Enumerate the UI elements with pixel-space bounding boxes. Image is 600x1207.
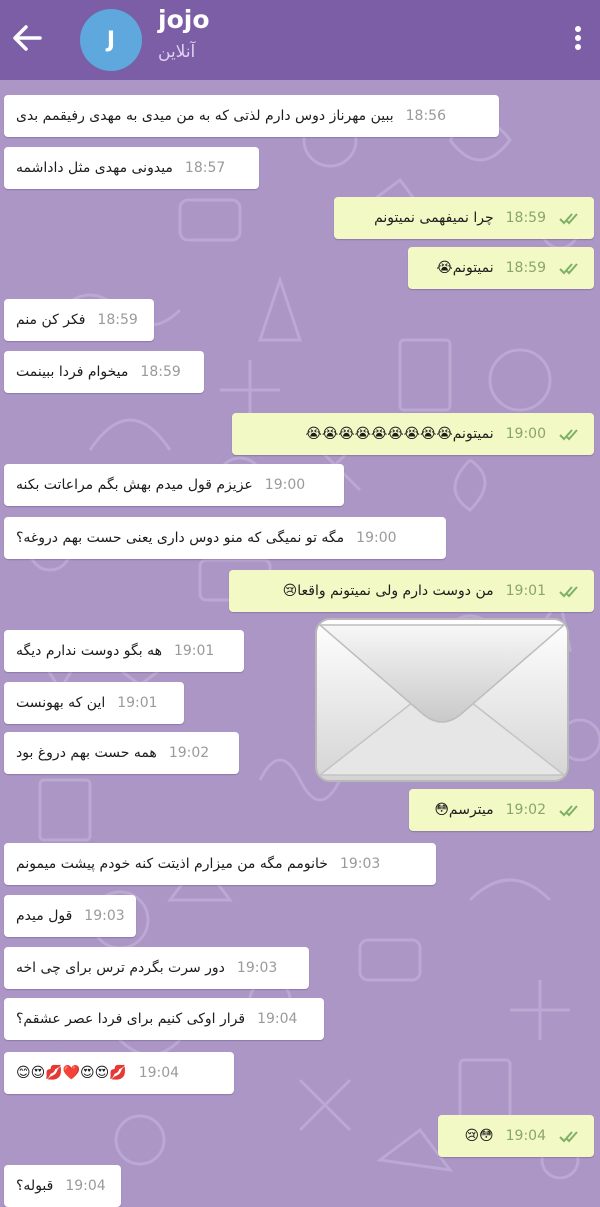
message-text: میدونی مهدی مثل داداشمه [16, 160, 173, 176]
message-text: نمیتونم😭 [436, 260, 494, 276]
double-check-icon [558, 427, 582, 441]
message-time: 19:00 [356, 530, 397, 546]
message-text: 💋😍😍❤️💋😍😊 [16, 1065, 127, 1081]
message-time: 19:02 [505, 802, 546, 818]
incoming-message[interactable]: فکر کن منم 18:59 [4, 299, 154, 341]
message-time: 19:00 [264, 477, 306, 493]
back-button[interactable] [6, 18, 50, 58]
message-time: 19:00 [505, 426, 546, 442]
more-vertical-icon [575, 26, 581, 50]
message-time: 18:57 [184, 160, 226, 176]
message-time: 18:59 [97, 312, 138, 328]
incoming-message[interactable]: مگه تو نمیگی که منو دوس داری یعنی حست به… [4, 517, 446, 559]
incoming-message[interactable]: عزیزم قول میدم بهش بگم مراعاتت بکنه 19:00 [4, 464, 344, 506]
incoming-message[interactable]: این که بهونست 19:01 [4, 682, 184, 724]
message-text: عزیزم قول میدم بهش بگم مراعاتت بکنه [16, 477, 253, 493]
message-text: هه بگو دوست ندارم دیگه [16, 643, 162, 659]
message-time: 19:02 [168, 745, 210, 761]
incoming-message[interactable]: خانومم مگه من میزارم اذیتت کنه خودم پیشت… [4, 843, 436, 885]
incoming-message[interactable]: هه بگو دوست ندارم دیگه 19:01 [4, 630, 244, 672]
double-check-icon [558, 584, 582, 598]
message-text: میخوام فردا ببینمت [16, 364, 129, 380]
message-time: 19:04 [138, 1065, 180, 1081]
message-text: مگه تو نمیگی که منو دوس داری یعنی حست به… [16, 530, 345, 546]
message-text: همه حست بهم دروغ بود [16, 745, 157, 761]
message-time: 19:03 [84, 908, 125, 924]
chat-header: J jojo آنلاین [0, 0, 600, 80]
message-time: 18:59 [505, 260, 546, 276]
message-text: خانومم مگه من میزارم اذیتت کنه خودم پیشت… [16, 856, 328, 872]
double-check-icon [558, 211, 582, 225]
outgoing-message[interactable]: من دوست دارم ولی نمیتونم واقعا😢 19:01 [229, 570, 594, 612]
arrow-left-icon [13, 25, 42, 51]
message-time: 18:56 [405, 108, 446, 124]
message-text: چرا نمیفهمی نمیتونم [374, 210, 494, 226]
message-time: 19:03 [339, 856, 381, 872]
message-text: ببین مهرناز دوس دارم لذتی که به من میدی … [16, 108, 394, 124]
envelope-overlay [312, 615, 572, 785]
double-check-icon [558, 261, 582, 275]
menu-button[interactable] [566, 18, 590, 58]
chat-title[interactable]: jojo [158, 5, 210, 34]
incoming-message[interactable]: میخوام فردا ببینمت 18:59 [4, 351, 204, 393]
outgoing-message[interactable]: 😳😢 19:04 [438, 1115, 594, 1157]
double-check-icon [558, 1129, 582, 1143]
message-text: قرار اوکی کنیم برای فردا عصر عشقم؟ [16, 1011, 246, 1027]
message-time: 19:04 [505, 1128, 546, 1144]
online-status: آنلاین [158, 42, 196, 62]
message-time: 19:01 [505, 583, 546, 599]
incoming-message[interactable]: همه حست بهم دروغ بود 19:02 [4, 732, 239, 774]
message-time: 18:59 [505, 210, 546, 226]
incoming-message[interactable]: قول میدم 19:03 [4, 895, 136, 937]
message-text: 😳😢 [464, 1128, 494, 1144]
message-text: قبوله؟ [16, 1178, 54, 1194]
incoming-message[interactable]: میدونی مهدی مثل داداشمه 18:57 [4, 147, 259, 189]
message-time: 19:04 [65, 1178, 106, 1194]
message-text: دور سرت بگردم ترس برای چی اخه [16, 960, 225, 976]
envelope-icon [315, 618, 569, 782]
message-time: 18:59 [140, 364, 181, 380]
message-time: 19:01 [173, 643, 215, 659]
double-check-icon [558, 803, 582, 817]
outgoing-message[interactable]: نمیتونم😭 18:59 [408, 247, 594, 289]
outgoing-message[interactable]: نمیتونم😭😭😭😭😭😭😭😭😭 19:00 [232, 413, 594, 455]
outgoing-message[interactable]: میترسم😳 19:02 [409, 789, 594, 831]
outgoing-message[interactable]: چرا نمیفهمی نمیتونم 18:59 [334, 197, 594, 239]
avatar[interactable]: J [80, 9, 142, 71]
message-time: 19:01 [117, 695, 158, 711]
incoming-message[interactable]: دور سرت بگردم ترس برای چی اخه 19:03 [4, 947, 309, 989]
message-time: 19:03 [236, 960, 278, 976]
message-text: فکر کن منم [16, 312, 86, 328]
incoming-message[interactable]: قرار اوکی کنیم برای فردا عصر عشقم؟ 19:04 [4, 998, 324, 1040]
incoming-message[interactable]: ببین مهرناز دوس دارم لذتی که به من میدی … [4, 95, 499, 137]
message-time: 19:04 [257, 1011, 298, 1027]
message-text: نمیتونم😭😭😭😭😭😭😭😭😭 [305, 426, 494, 442]
message-text: میترسم😳 [434, 802, 494, 818]
message-text: من دوست دارم ولی نمیتونم واقعا😢 [282, 583, 494, 599]
incoming-message[interactable]: قبوله؟ 19:04 [4, 1165, 121, 1207]
message-text: این که بهونست [16, 695, 106, 711]
message-text: قول میدم [16, 908, 73, 924]
incoming-message[interactable]: 💋😍😍❤️💋😍😊 19:04 [4, 1052, 234, 1094]
